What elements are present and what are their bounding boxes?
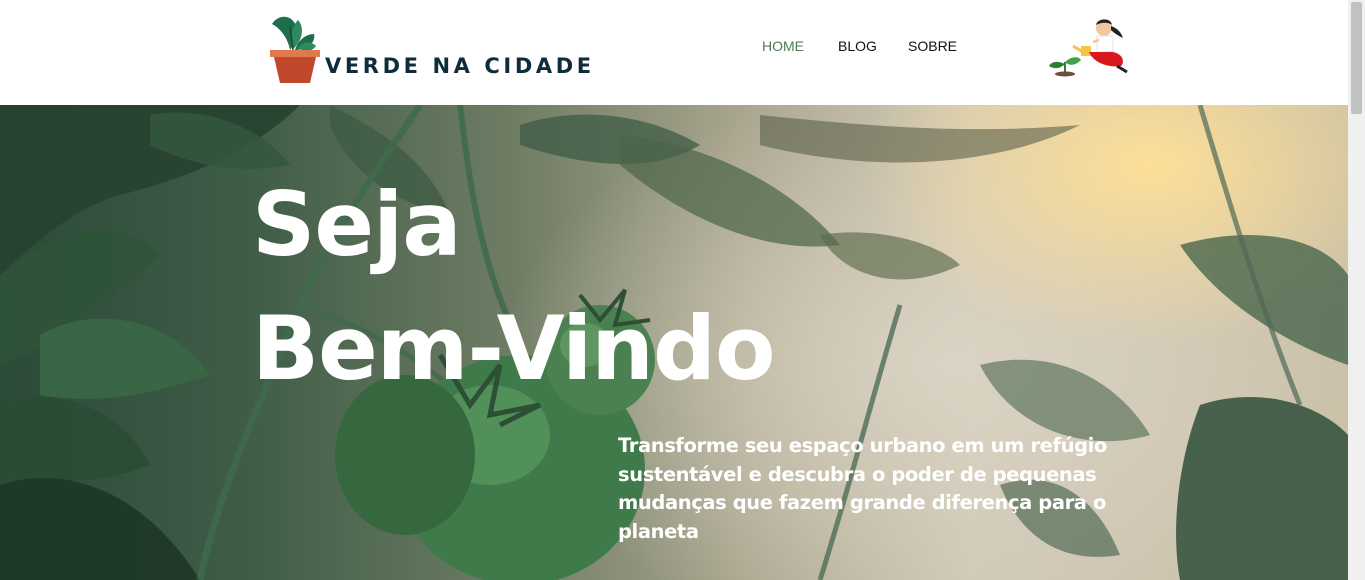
logo-text: VERDE NA CIDADE <box>325 54 595 78</box>
gardener-illustration-icon <box>1049 19 1128 77</box>
page-scrollbar[interactable] <box>1348 0 1365 580</box>
nav-sobre[interactable]: SOBRE <box>908 38 957 54</box>
scrollbar-thumb[interactable] <box>1351 2 1362 114</box>
nav-blog[interactable]: BLOG <box>838 38 877 54</box>
hero-title: Seja Bem-Vindo <box>252 163 775 411</box>
site-header: VERDE NA CIDADE HOME BLOG SOBRE <box>0 0 1348 105</box>
hero-description: Transforme seu espaço urbano em um refúg… <box>618 434 1107 543</box>
hero-section: Seja Bem-Vindo Transforme seu espaço urb… <box>0 105 1348 580</box>
hero-title-line1: Seja <box>252 173 462 276</box>
site-logo[interactable]: VERDE NA CIDADE <box>268 8 608 86</box>
nav-home[interactable]: HOME <box>762 38 804 54</box>
plant-pot-logo-icon <box>270 16 320 83</box>
hero-title-line2: Bem-Vindo <box>252 297 775 400</box>
